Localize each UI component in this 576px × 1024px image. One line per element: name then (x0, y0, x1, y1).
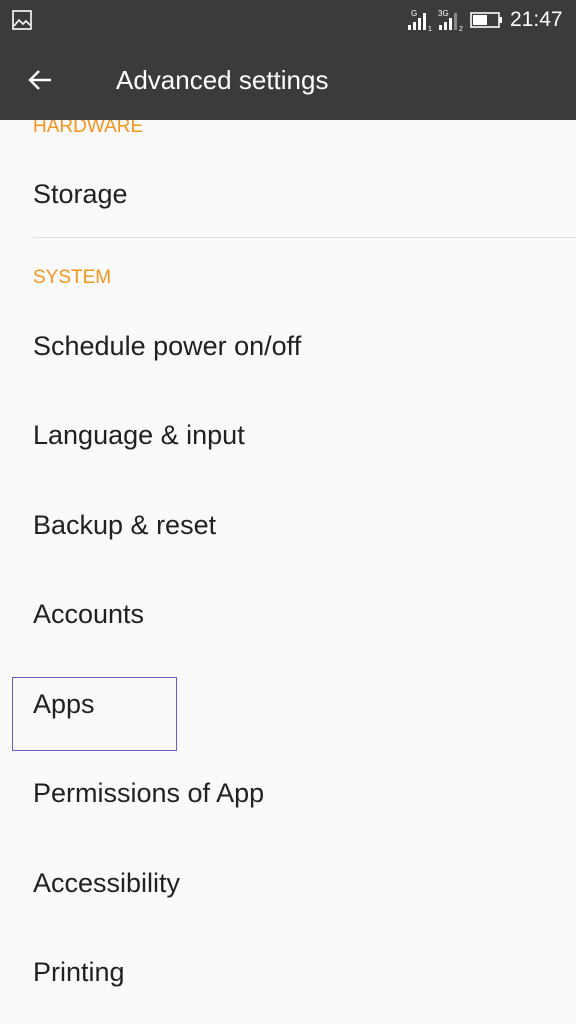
arrow-left-icon (28, 70, 51, 90)
list-item-label: Permissions of App (33, 778, 265, 808)
app-bar: Advanced settings (0, 40, 576, 120)
sim2-slot-label: 2 (459, 26, 463, 32)
list-item-printing[interactable]: Printing (0, 928, 576, 1016)
list-item-label: Storage (33, 179, 128, 209)
sim2-signal-icon: 3G 2 (437, 8, 465, 33)
list-item-label: Accessibility (33, 868, 181, 898)
gallery-icon (12, 10, 32, 30)
list-item-label: Printing (33, 957, 125, 987)
settings-list[interactable]: HARDWARE Storage SYSTEM Schedule power o… (0, 120, 576, 1024)
section-header-hardware: HARDWARE (33, 120, 144, 137)
sim1-signal-icon: G 1 (407, 8, 433, 33)
status-bar: G 1 3G 2 21:47 (0, 0, 576, 40)
list-item-backup-reset[interactable]: Backup & reset (0, 481, 576, 569)
list-item-permissions[interactable]: Permissions of App (0, 749, 576, 837)
list-item-apps[interactable]: Apps (0, 660, 576, 748)
battery-icon (470, 12, 504, 28)
sim2-network-label: 3G (438, 9, 449, 18)
list-item-label: Apps (33, 689, 95, 719)
status-clock: 21:47 (510, 8, 563, 31)
section-header-system: SYSTEM (33, 267, 112, 288)
list-item-label: Accounts (33, 599, 145, 629)
list-item-label: Language & input (33, 420, 245, 450)
list-item-accessibility[interactable]: Accessibility (0, 839, 576, 927)
screen: G 1 3G 2 21:47 Advanced settings HARDWAR… (0, 0, 576, 1024)
list-item-label: Schedule power on/off (33, 331, 302, 361)
list-item-label: Backup & reset (33, 510, 217, 540)
list-item-storage[interactable]: Storage (0, 150, 576, 238)
list-item-accounts[interactable]: Accounts (0, 570, 576, 658)
back-button[interactable] (18, 58, 62, 102)
section-divider (33, 237, 576, 238)
list-item-language-input[interactable]: Language & input (0, 391, 576, 479)
page-title: Advanced settings (116, 65, 329, 95)
sim1-slot-label: 1 (428, 26, 432, 32)
sim1-network-label: G (411, 9, 417, 18)
list-item-schedule-power[interactable]: Schedule power on/off (0, 302, 576, 390)
